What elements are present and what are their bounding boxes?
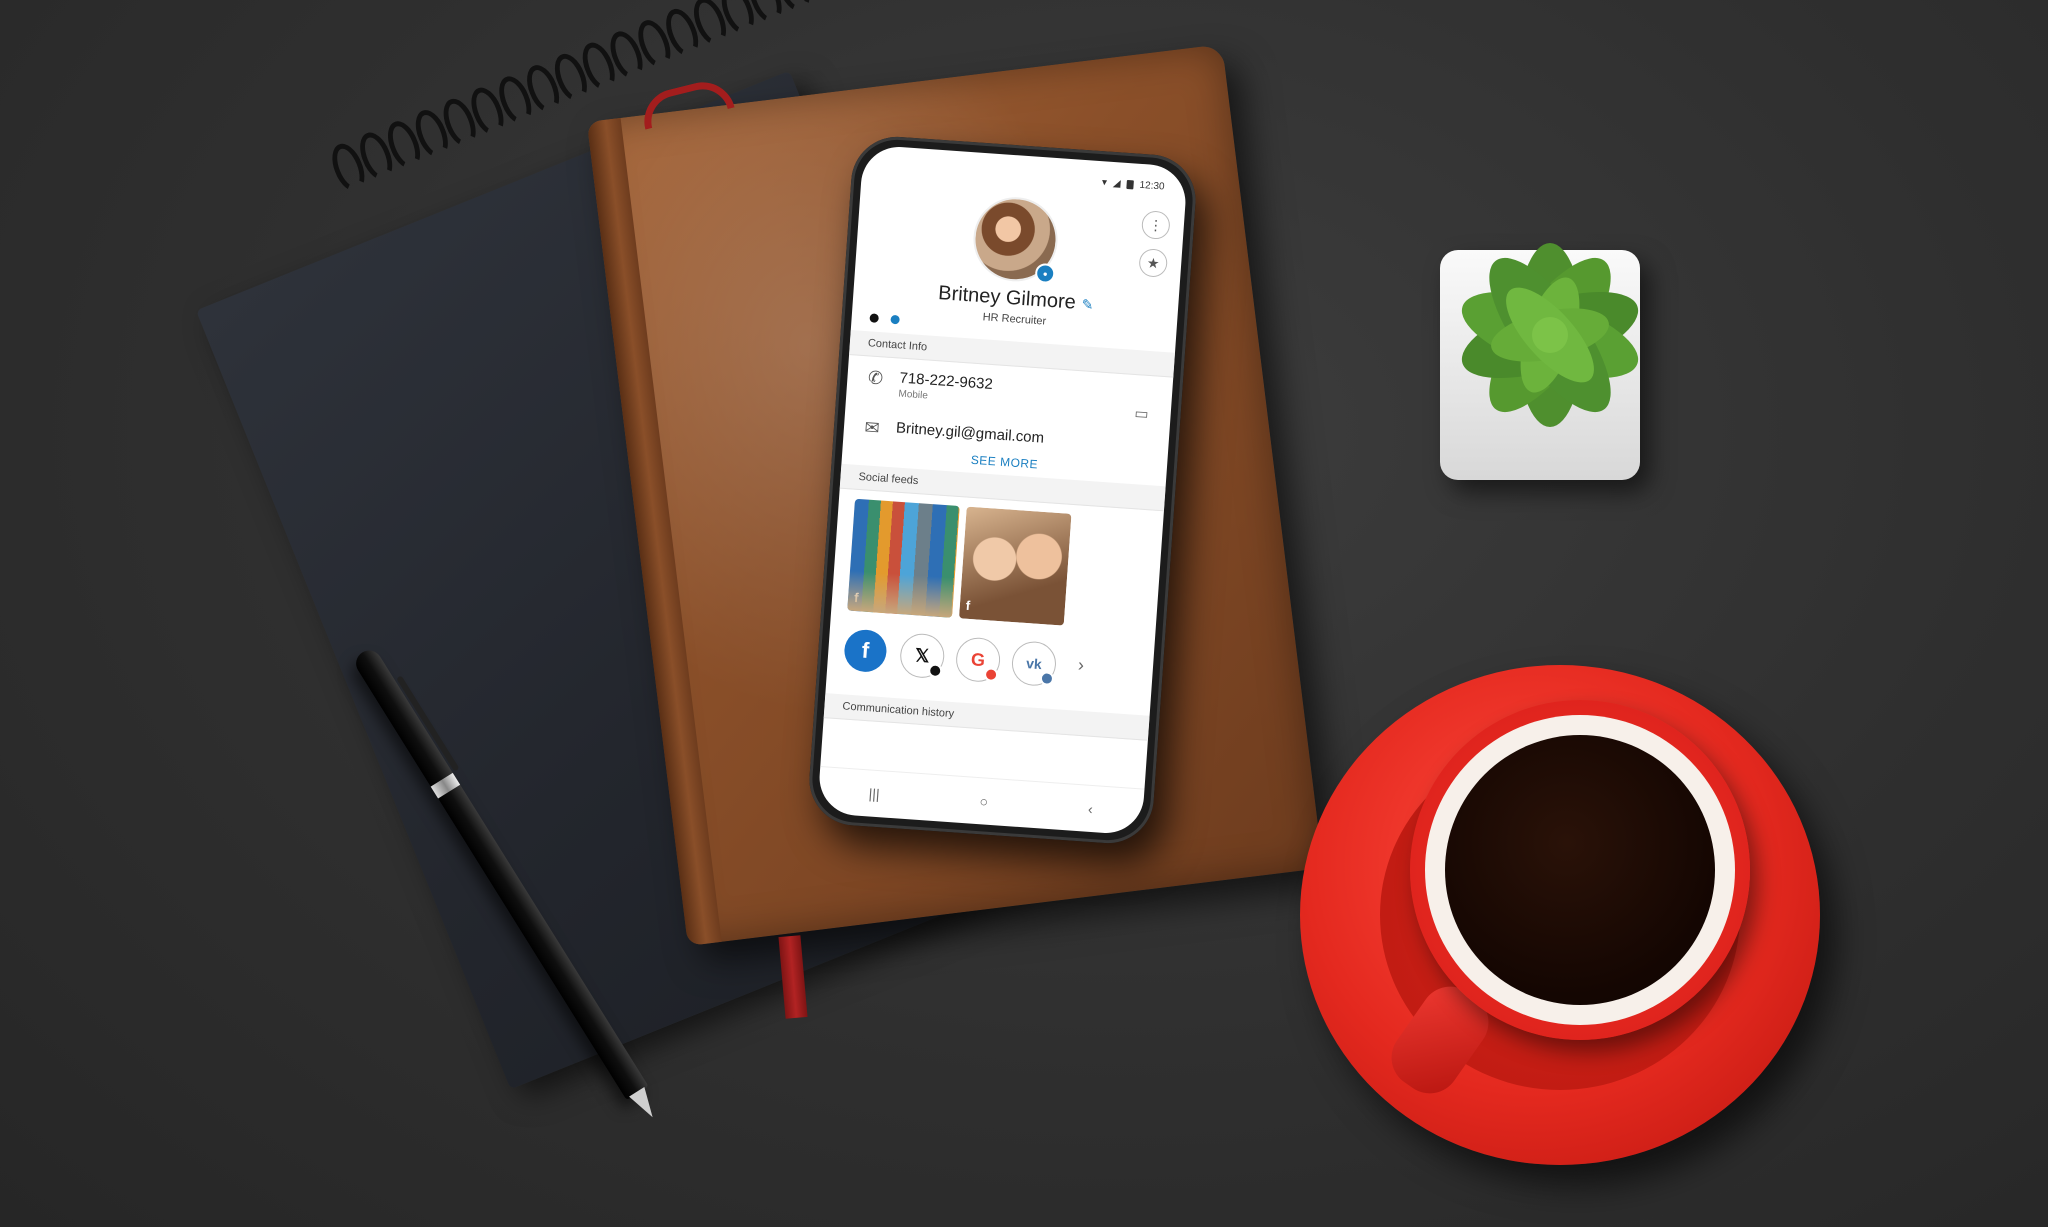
x-icon: 𝕏 [914, 644, 931, 666]
battery-icon [1126, 179, 1134, 190]
smartphone: ▾ ◢ 12:30 ⋮ ★ ● Britney Gilmore ✎ HR Recr… [806, 133, 1199, 847]
coffee [1445, 735, 1715, 1005]
mail-icon: ✉ [863, 417, 881, 439]
home-icon[interactable]: ○ [979, 793, 989, 810]
google-icon: G [970, 648, 986, 670]
edit-icon[interactable]: ✎ [1081, 296, 1094, 313]
vk-icon: vk [1025, 655, 1043, 673]
favorite-button[interactable]: ★ [1138, 248, 1169, 278]
wifi-icon: ▾ [1101, 177, 1108, 189]
google-button[interactable]: G [954, 636, 1002, 684]
facebook-icon: f [860, 637, 871, 664]
phone-row[interactable]: ✆ 718-222-9632 Mobile [864, 367, 1154, 417]
social-post-photo-1[interactable]: f [847, 498, 960, 618]
status-bar: ▾ ◢ 12:30 [1102, 177, 1165, 192]
email-address: Britney.gil@gmail.com [895, 419, 1045, 447]
page-dot-1[interactable] [869, 313, 879, 323]
more-vert-icon: ⋮ [1148, 216, 1164, 234]
facebook-tag-icon: f [965, 597, 971, 614]
back-icon[interactable]: ‹ [1088, 801, 1094, 817]
star-icon: ★ [1146, 254, 1161, 271]
message-icon[interactable]: ▭ [1134, 404, 1149, 423]
pen-band [430, 772, 461, 799]
chevron-right-icon[interactable]: › [1077, 655, 1084, 676]
pen-tip [629, 1087, 661, 1123]
x-button[interactable]: 𝕏 [898, 632, 946, 680]
succulent-plant [1461, 243, 1639, 427]
x-status-dot [927, 663, 943, 679]
vk-button[interactable]: vk [1010, 640, 1058, 688]
page-indicator [869, 313, 900, 325]
facebook-button[interactable]: f [843, 628, 888, 674]
status-time: 12:30 [1139, 179, 1165, 193]
page-dot-2[interactable] [890, 314, 900, 325]
signal-icon: ◢ [1112, 177, 1121, 190]
social-post-photo-2[interactable]: f [958, 506, 1072, 626]
vk-status-dot [1039, 671, 1055, 687]
android-nav-bar: ||| ○ ‹ [817, 765, 1145, 836]
camera-icon[interactable]: ● [1034, 262, 1056, 285]
phone-icon: ✆ [867, 367, 884, 389]
recent-apps-icon[interactable]: ||| [868, 785, 880, 802]
google-status-dot [983, 667, 999, 683]
more-options-button[interactable]: ⋮ [1140, 210, 1171, 240]
phone-screen: ▾ ◢ 12:30 ⋮ ★ ● Britney Gilmore ✎ HR Recr… [817, 144, 1188, 836]
communication-history-header: Communication history [823, 693, 1150, 741]
facebook-tag-icon: f [853, 589, 860, 606]
